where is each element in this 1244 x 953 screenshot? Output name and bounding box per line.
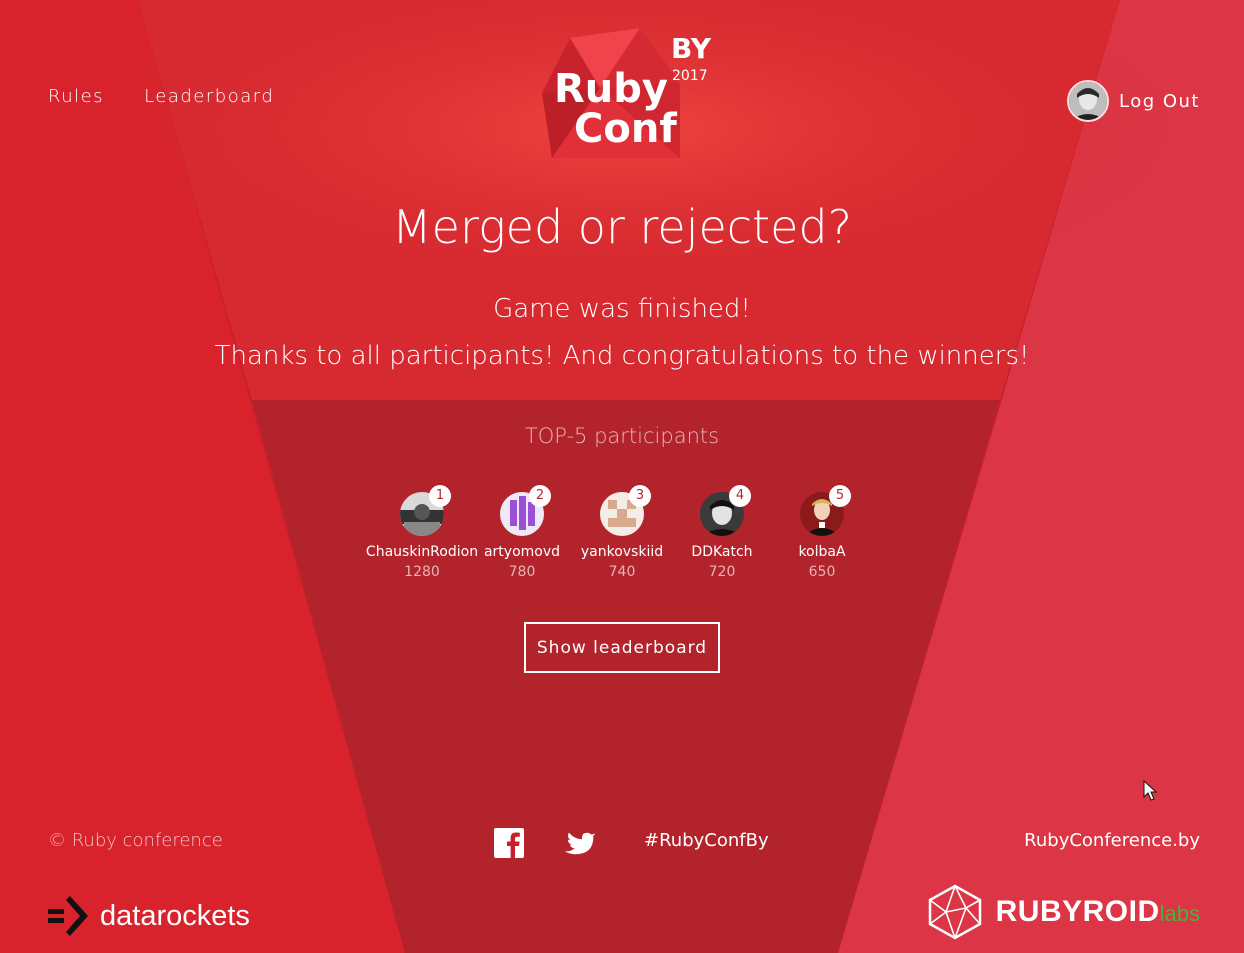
user-avatar[interactable] [1066,80,1109,122]
datarockets-sponsor-link[interactable]: datarockets [48,896,250,936]
main-nav: Rules Leaderboard [48,86,274,107]
logo-conf-text: Conf [574,106,677,152]
cursor-icon [1143,780,1158,801]
rank-badge: 1 [429,485,451,507]
participant-item[interactable]: 4 DDKatch 720 [672,485,772,580]
copyright-text: © Ruby conference [48,830,223,851]
logo-year-text: 2017 [672,68,708,84]
nav-leaderboard-link[interactable]: Leaderboard [144,86,274,107]
hashtag-link[interactable]: #RubyConfBy [644,830,769,851]
participant-name: artyomovd [483,544,561,560]
participant-name: yankovskiid [580,544,664,560]
participant-item[interactable]: 2 artyomovd 780 [472,485,572,580]
nav-rules-link[interactable]: Rules [48,86,104,107]
datarockets-name: datarockets [100,899,250,932]
logout-label: Log Out [1118,90,1200,112]
participant-score: 720 [708,564,736,580]
logout-button[interactable]: Log Out [1066,80,1200,122]
participant-item[interactable]: 3 yankovskiid 740 [572,485,672,580]
rubyroid-labs-text: labs [1159,901,1200,926]
participant-item[interactable]: 1 ChauskinRodion 1280 [366,485,478,580]
show-leaderboard-button[interactable]: Show leaderboard [524,622,720,673]
rank-badge: 2 [529,485,551,507]
rubyroid-sponsor-link[interactable]: RUBYROIDlabs [926,884,1200,940]
datarockets-logo-icon [48,896,88,936]
page-title: Merged or rejected? [391,200,853,254]
rubyconf-logo[interactable]: Ruby Conf BY 2017 [540,28,720,162]
participant-name: DDKatch [691,544,753,560]
rubyroid-name: RUBYROID [995,895,1160,928]
participant-item[interactable]: 5 kolbaA 650 [772,485,872,580]
participant-score: 780 [508,564,536,580]
thanks-message: Thanks to all participants! And congratu… [214,341,1030,371]
top-participants-list: 1 ChauskinRodion 1280 2 artyomovd 780 3 … [366,485,872,580]
facebook-icon[interactable] [494,828,524,858]
logo-country-text: BY [671,32,712,65]
game-status: Game was finished! [493,294,751,324]
twitter-icon[interactable] [562,828,596,858]
participant-score: 1280 [404,564,440,580]
rank-badge: 4 [729,485,751,507]
site-link[interactable]: RubyConference.by [1024,830,1200,851]
rank-badge: 5 [829,485,851,507]
top-participants-title: TOP-5 participants [524,424,720,448]
participant-score: 740 [608,564,636,580]
participant-score: 650 [808,564,836,580]
participant-name: kolbaA [798,544,846,560]
page: Rules Leaderboard Ruby Conf BY 2017 Log … [0,0,1244,953]
rank-badge: 3 [629,485,651,507]
rubyroid-logo-icon [928,884,981,940]
participant-name: ChauskinRodion [365,544,479,560]
